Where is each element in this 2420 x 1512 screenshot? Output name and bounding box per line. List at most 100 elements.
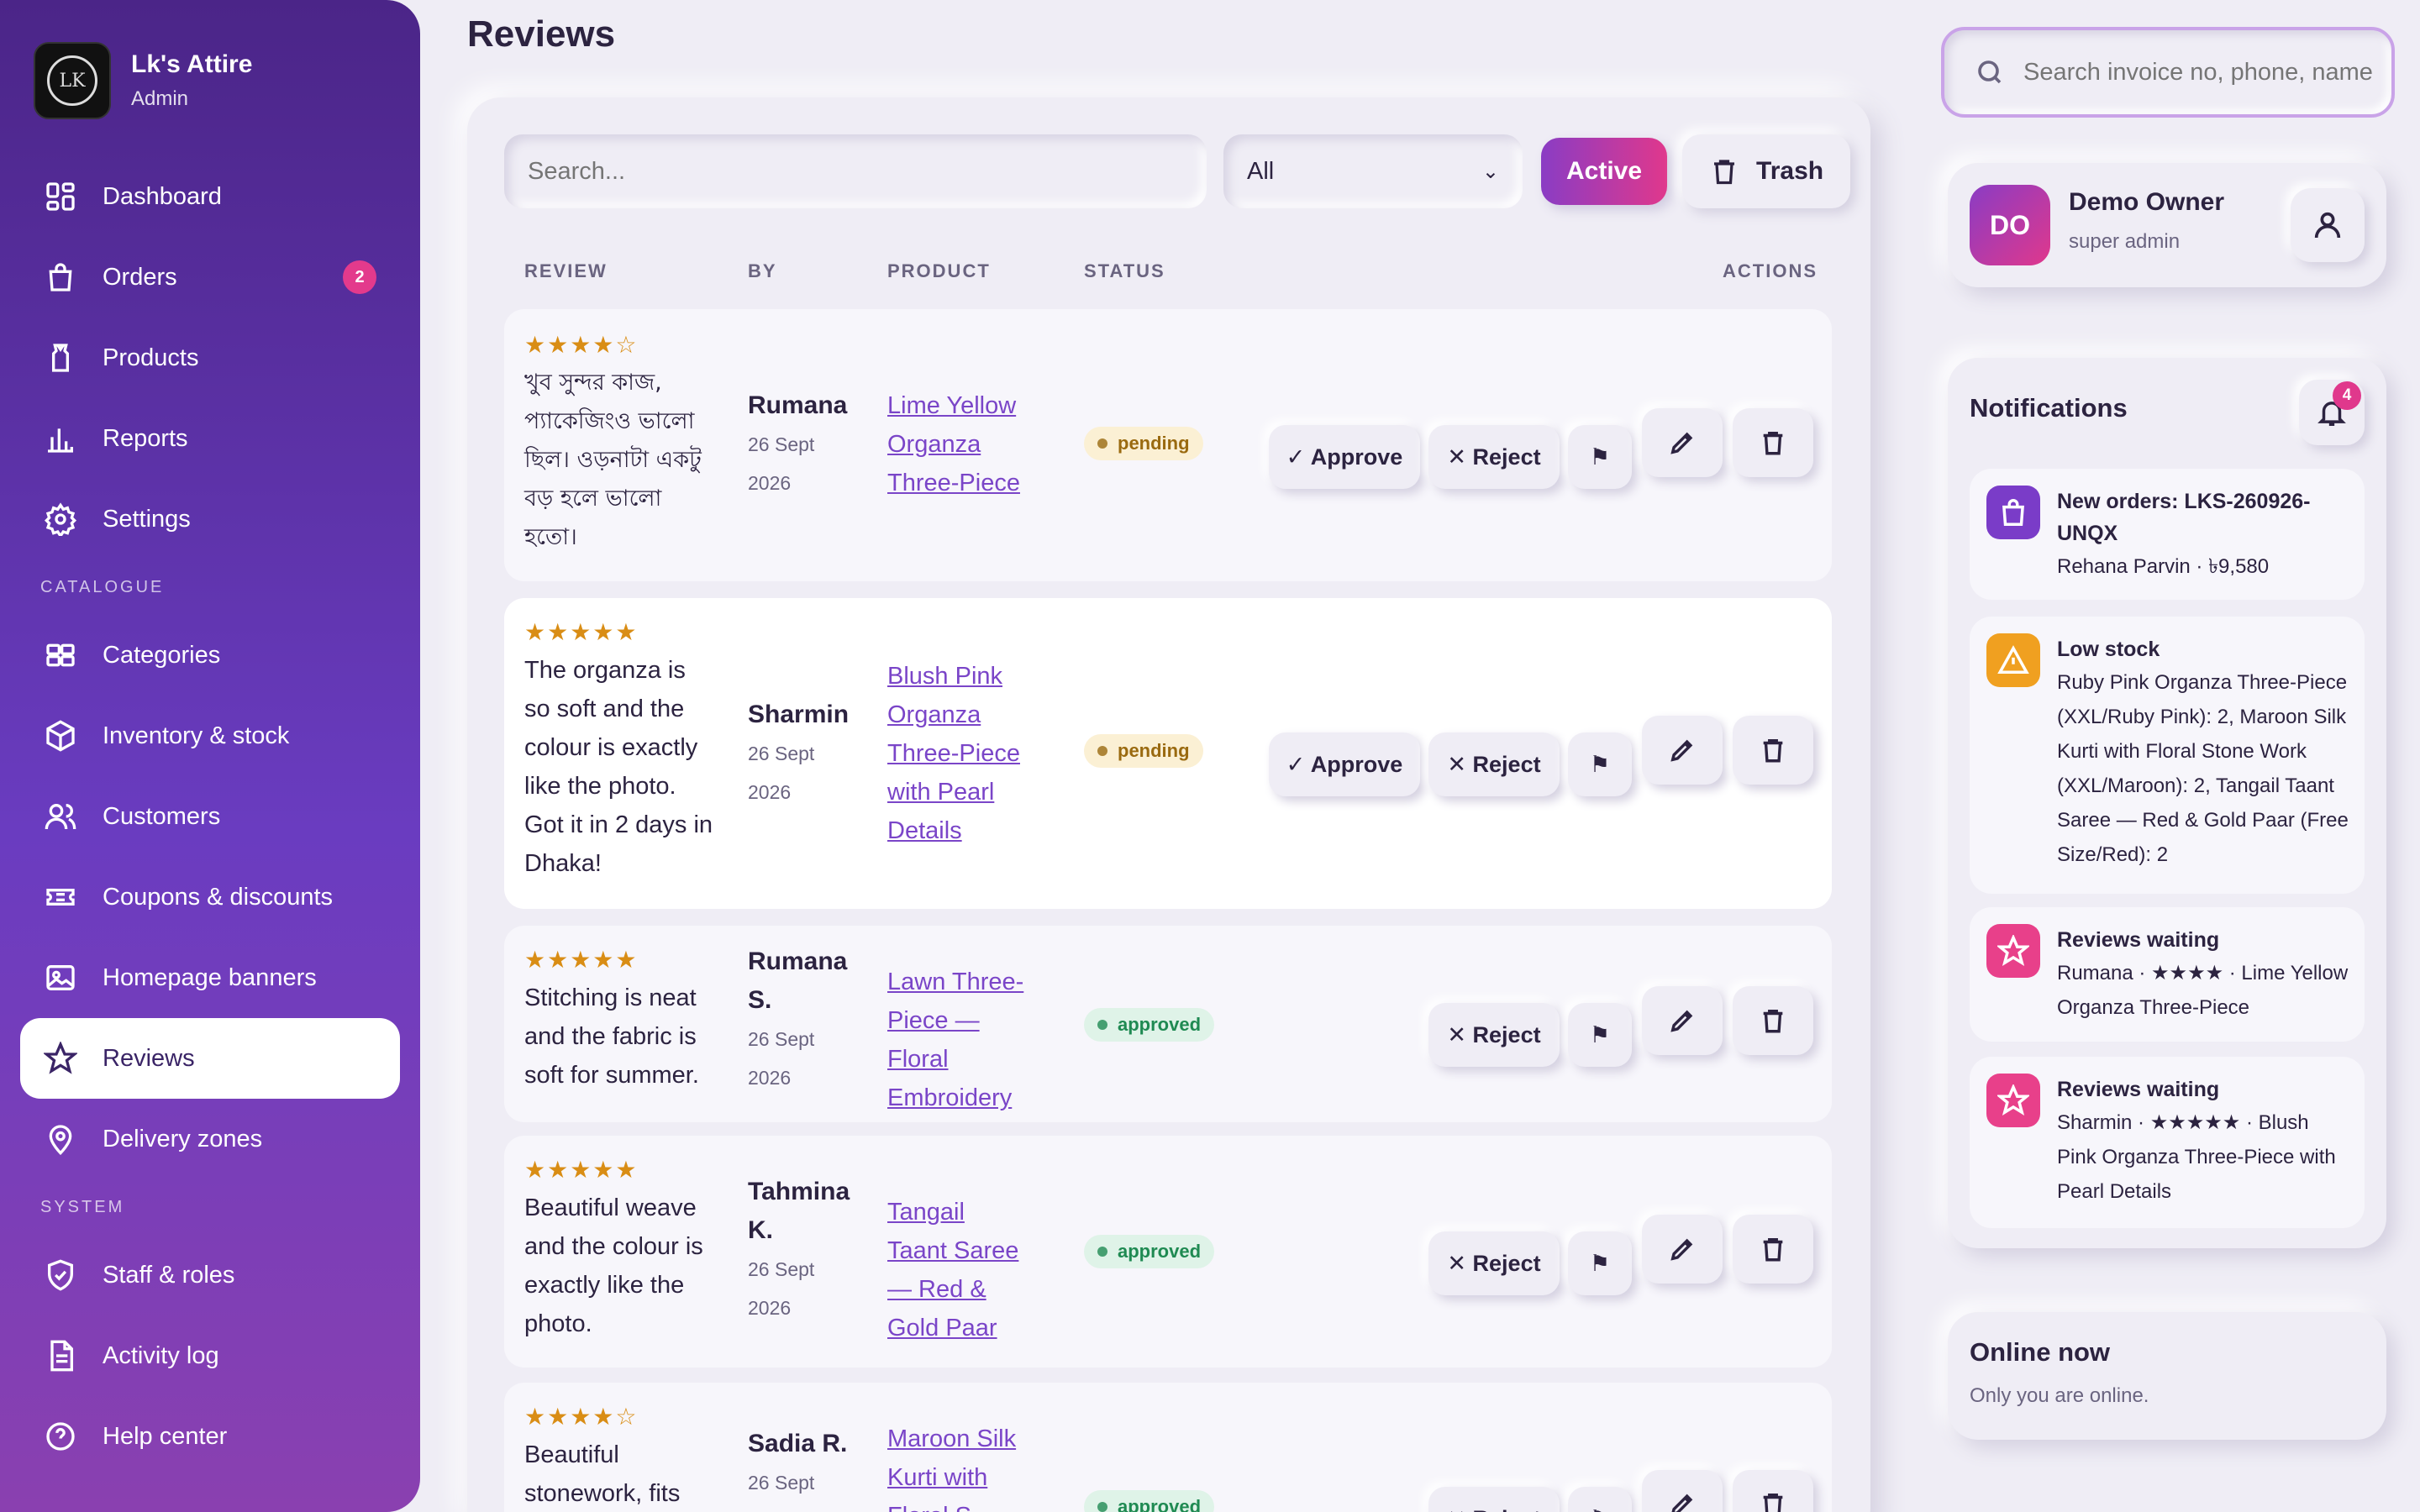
sidebar-item-dashboard[interactable]: Dashboard [20, 156, 400, 237]
notification-item[interactable]: Reviews waiting Rumana · ★★★★ · Lime Yel… [1970, 907, 2365, 1042]
reviewer-name: Sadia R. [748, 1430, 848, 1457]
notification-text: Rehana Parvin · ৳9,580 [2057, 555, 2270, 578]
status-filter-select[interactable]: All ⌄ [1223, 134, 1523, 208]
product-link[interactable]: Lime Yellow Organza Three-Piece [887, 386, 1039, 502]
global-search-input[interactable] [2023, 58, 2376, 87]
flag-button[interactable]: ⚑ [1568, 1231, 1632, 1295]
sidebar-item-banners[interactable]: Homepage banners [20, 937, 400, 1018]
product-link[interactable]: Lawn Three-Piece — Floral Embroidery [887, 963, 1039, 1117]
approve-button[interactable]: ✓ Approve [1269, 732, 1420, 796]
sidebar-item-coupons[interactable]: Coupons & discounts [20, 857, 400, 937]
edit-button[interactable] [1642, 1215, 1723, 1284]
filter-selected-value: All [1247, 157, 1275, 185]
table-row: ★★★★★ Beautiful weave and the colour is … [504, 1136, 1832, 1368]
active-tab-button[interactable]: Active [1541, 138, 1668, 205]
flag-button[interactable]: ⚑ [1568, 732, 1632, 796]
box-icon [42, 717, 79, 754]
reject-button[interactable]: ✕ Reject [1428, 1487, 1560, 1512]
trash-icon [1763, 738, 1783, 763]
sidebar-item-customers[interactable]: Customers [20, 776, 400, 857]
flag-button[interactable]: ⚑ [1568, 425, 1632, 489]
delete-button[interactable] [1733, 1215, 1813, 1284]
sidebar-item-delivery-zones[interactable]: Delivery zones [20, 1099, 400, 1179]
online-subtitle: Only you are online. [1970, 1384, 2149, 1407]
page-title: Reviews [467, 13, 616, 55]
map-pin-icon [42, 1121, 79, 1158]
status-badge: approved [1084, 1235, 1215, 1268]
notifications-card: Notifications 4 New orders: LKS-260926-U… [1948, 358, 2386, 1248]
edit-button[interactable] [1642, 408, 1723, 477]
profile-button[interactable] [2291, 188, 2365, 262]
sidebar-item-products[interactable]: Products [20, 318, 400, 398]
edit-button[interactable] [1642, 986, 1723, 1055]
column-header-review: REVIEW [524, 260, 608, 281]
sidebar-item-label: Staff & roles [103, 1261, 235, 1289]
reviewer-name: Tahmina K. [748, 1178, 850, 1244]
sidebar-item-settings[interactable]: Settings [20, 479, 400, 559]
notification-item[interactable]: New orders: LKS-260926-UNQX Rehana Parvi… [1970, 469, 2365, 600]
table-row: ★★★★★ The organza is so soft and the col… [504, 598, 1832, 909]
reject-button[interactable]: ✕ Reject [1428, 732, 1560, 796]
sidebar-item-orders[interactable]: Orders 2 [20, 237, 400, 318]
delete-button[interactable] [1733, 986, 1813, 1055]
sidebar-item-inventory[interactable]: Inventory & stock [20, 696, 400, 776]
shirt-icon [42, 339, 79, 376]
reject-button[interactable]: ✕ Reject [1428, 425, 1560, 489]
reject-button[interactable]: ✕ Reject [1428, 1231, 1560, 1295]
edit-button[interactable] [1642, 1470, 1723, 1512]
notifications-bell-button[interactable]: 4 [2299, 380, 2365, 445]
reject-button[interactable]: ✕ Reject [1428, 1003, 1560, 1067]
edit-button[interactable] [1642, 716, 1723, 785]
star-icon [1986, 1074, 2040, 1127]
flag-button[interactable]: ⚑ [1568, 1487, 1632, 1512]
sidebar-item-help-center[interactable]: Help center [20, 1396, 400, 1477]
flag-button[interactable]: ⚑ [1568, 1003, 1632, 1067]
product-link[interactable]: Tangail Taant Saree — Red & Gold Paar [887, 1193, 1030, 1347]
chevron-down-icon: ⌄ [1481, 160, 1499, 183]
star-icon [1986, 924, 2040, 978]
rating-stars: ★★★★☆ [524, 332, 639, 358]
notification-item[interactable]: Low stock Ruby Pink Organza Three-Piece … [1970, 617, 2365, 894]
users-icon [42, 798, 79, 835]
gear-icon [42, 501, 79, 538]
product-link[interactable]: Maroon Silk Kurti with Floral S [887, 1420, 1035, 1512]
reviews-search-input[interactable] [504, 134, 1207, 208]
reviewer-name: Rumana [748, 391, 848, 419]
delete-button[interactable] [1733, 408, 1813, 477]
help-circle-icon [42, 1418, 79, 1455]
delete-button[interactable] [1733, 1470, 1813, 1512]
sidebar-item-categories[interactable]: Categories [20, 615, 400, 696]
sidebar-item-activity-log[interactable]: Activity log [20, 1315, 400, 1396]
sidebar-item-label: Help center [103, 1422, 228, 1450]
notification-item[interactable]: Reviews waiting Sharmin · ★★★★★ · Blush … [1970, 1057, 2365, 1228]
delete-button[interactable] [1733, 716, 1813, 785]
approve-button[interactable]: ✓ Approve [1269, 425, 1420, 489]
table-row: ★★★★☆ খুব সুন্দর কাজ, প্যাকেজিংও ভালো ছি… [504, 309, 1832, 581]
status-badge: pending [1084, 427, 1203, 460]
document-icon [42, 1337, 79, 1374]
sidebar: LK Lk's Attire Admin Dashboard Orders 2 … [0, 0, 420, 1512]
rating-stars: ★★★★★ [524, 619, 639, 645]
trash-tab-button[interactable]: Trash [1682, 134, 1851, 208]
global-search[interactable] [1941, 27, 2395, 118]
brand[interactable]: LK Lk's Attire Admin [34, 42, 252, 119]
trash-icon [1763, 431, 1783, 455]
sidebar-item-label: Reviews [103, 1044, 195, 1072]
sidebar-item-reports[interactable]: Reports [20, 398, 400, 479]
review-text: খুব সুন্দর কাজ, প্যাকেজিংও ভালো ছিল। ওড়… [524, 370, 702, 550]
online-title: Online now [1970, 1337, 2111, 1367]
image-icon [42, 959, 79, 996]
orders-count-badge: 2 [343, 260, 376, 294]
product-link[interactable]: Blush Pink Organza Three-Piece with Pear… [887, 657, 1022, 850]
sidebar-item-reviews[interactable]: Reviews [20, 1018, 400, 1099]
sidebar-item-label: Coupons & discounts [103, 883, 334, 911]
sidebar-item-staff[interactable]: Staff & roles [20, 1235, 400, 1315]
review-text: Stitching is neat and the fabric is soft… [524, 984, 699, 1089]
pencil-icon [1670, 1010, 1693, 1032]
sidebar-item-label: Inventory & stock [103, 722, 290, 749]
status-badge: pending [1084, 734, 1203, 768]
pencil-icon [1670, 739, 1693, 762]
review-date: 26 Sept 2026 [748, 1028, 815, 1089]
rating-stars: ★★★★★ [524, 947, 639, 973]
brand-logo: LK [34, 42, 111, 119]
